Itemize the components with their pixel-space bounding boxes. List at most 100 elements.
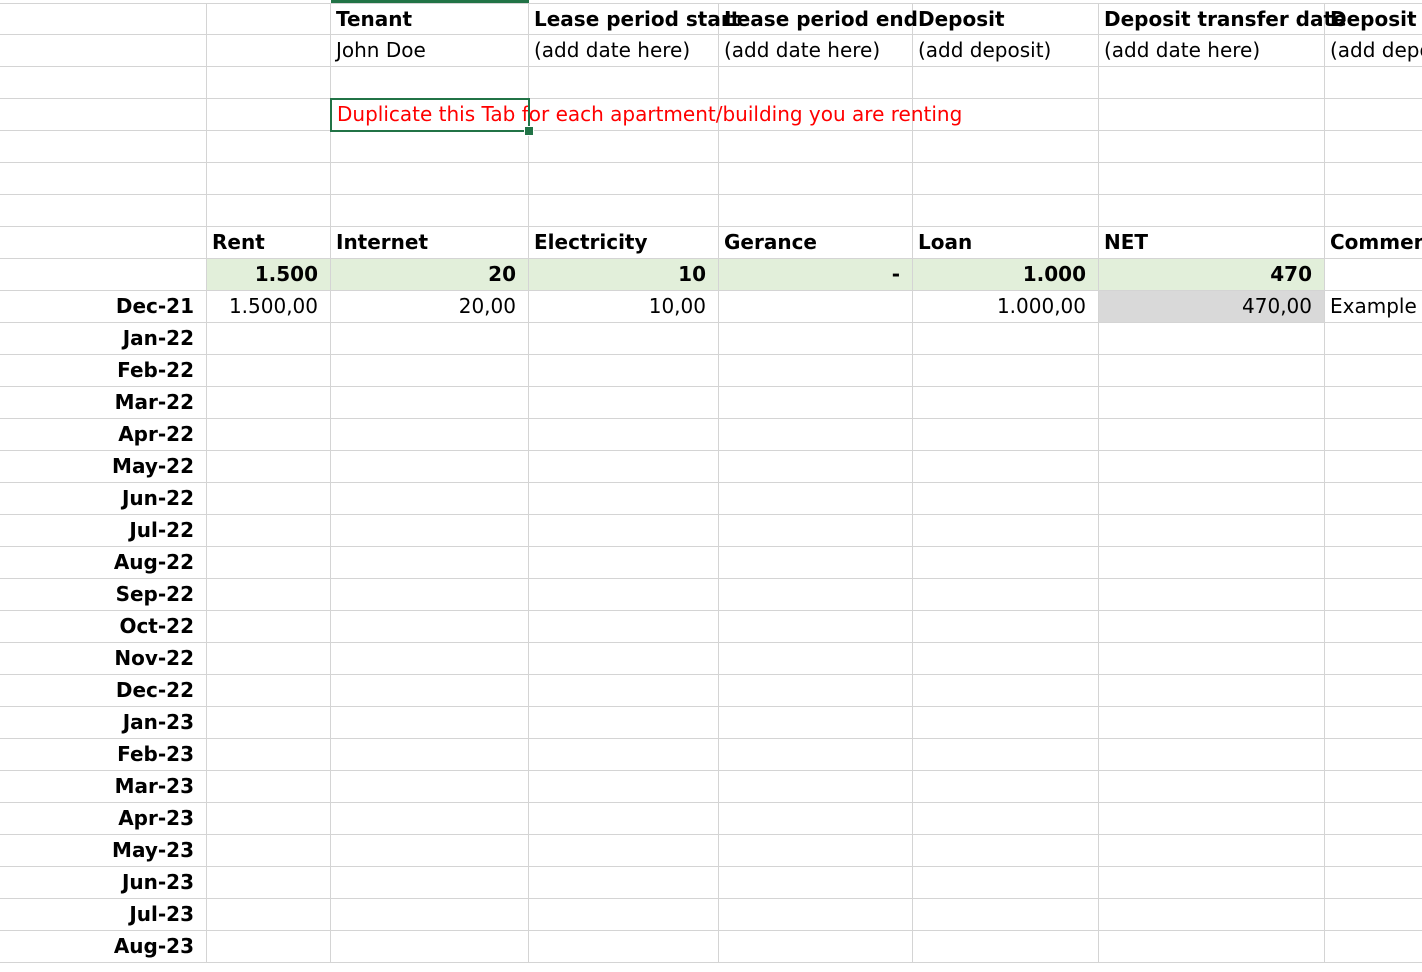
electricity-cell[interactable] xyxy=(529,611,719,643)
rent-cell[interactable] xyxy=(207,547,331,579)
cell[interactable] xyxy=(719,163,913,195)
net-cell[interactable] xyxy=(1099,899,1325,931)
cell[interactable] xyxy=(1099,163,1325,195)
cell[interactable] xyxy=(529,67,719,99)
internet-total[interactable]: 20 xyxy=(331,259,529,291)
cell[interactable] xyxy=(1099,99,1325,131)
net-cell[interactable] xyxy=(1099,707,1325,739)
loan-cell[interactable] xyxy=(913,579,1099,611)
electricity-cell[interactable] xyxy=(529,739,719,771)
rent-cell[interactable] xyxy=(207,387,331,419)
rent-cell[interactable] xyxy=(207,931,331,963)
cell[interactable] xyxy=(207,195,331,227)
internet-cell[interactable] xyxy=(331,547,529,579)
loan-cell[interactable] xyxy=(913,483,1099,515)
month-label[interactable]: Jun-22 xyxy=(0,483,207,515)
rent-cell[interactable] xyxy=(207,419,331,451)
internet-cell[interactable] xyxy=(331,739,529,771)
net-cell[interactable] xyxy=(1099,643,1325,675)
deposit-transfer-header[interactable]: Deposit transfer date xyxy=(1099,3,1347,35)
loan-cell[interactable] xyxy=(913,611,1099,643)
internet-cell[interactable] xyxy=(331,611,529,643)
comment-cell[interactable] xyxy=(1325,867,1422,899)
electricity-cell[interactable]: 10,00 xyxy=(529,291,719,323)
electricity-cell[interactable] xyxy=(529,867,719,899)
internet-cell[interactable] xyxy=(331,579,529,611)
net-cell[interactable] xyxy=(1099,675,1325,707)
loan-cell[interactable] xyxy=(913,515,1099,547)
internet-cell[interactable] xyxy=(331,387,529,419)
month-label[interactable]: May-23 xyxy=(0,835,207,867)
month-label[interactable]: Jul-22 xyxy=(0,515,207,547)
electricity-cell[interactable] xyxy=(529,355,719,387)
electricity-cell[interactable] xyxy=(529,547,719,579)
gerance-cell[interactable] xyxy=(719,931,913,963)
lease-end-header[interactable]: Lease period end xyxy=(719,3,918,35)
spreadsheet-grid[interactable]: Tenant Lease period start Lease period end… xyxy=(0,0,1422,972)
cell[interactable] xyxy=(719,131,913,163)
cell[interactable] xyxy=(207,35,331,67)
loan-cell[interactable] xyxy=(913,387,1099,419)
month-label[interactable]: Mar-23 xyxy=(0,771,207,803)
cell[interactable] xyxy=(331,163,529,195)
month-label[interactable]: Apr-23 xyxy=(0,803,207,835)
cell[interactable] xyxy=(1325,195,1422,227)
net-header[interactable]: NET xyxy=(1099,227,1325,259)
comment-cell[interactable] xyxy=(1325,355,1422,387)
month-label[interactable]: Dec-21 xyxy=(0,291,207,323)
internet-cell[interactable] xyxy=(331,931,529,963)
internet-cell[interactable] xyxy=(331,323,529,355)
gerance-cell[interactable] xyxy=(719,579,913,611)
rent-cell[interactable] xyxy=(207,675,331,707)
internet-cell[interactable] xyxy=(331,643,529,675)
deposit-cell[interactable]: (add deposit) xyxy=(913,35,1099,67)
lease-start-header[interactable]: Lease period start xyxy=(529,3,740,35)
tenant-header[interactable]: Tenant xyxy=(331,3,529,35)
month-label[interactable]: Feb-22 xyxy=(0,355,207,387)
electricity-cell[interactable] xyxy=(529,803,719,835)
loan-cell[interactable] xyxy=(913,707,1099,739)
cell[interactable] xyxy=(913,195,1099,227)
comment-cell[interactable] xyxy=(1325,547,1422,579)
gerance-cell[interactable] xyxy=(719,835,913,867)
cell[interactable] xyxy=(207,67,331,99)
month-label[interactable]: Sep-22 xyxy=(0,579,207,611)
cell[interactable] xyxy=(529,163,719,195)
net-cell[interactable] xyxy=(1099,515,1325,547)
internet-cell[interactable] xyxy=(331,803,529,835)
deposit-return-cell[interactable]: (add depo xyxy=(1325,35,1422,67)
loan-cell[interactable] xyxy=(913,451,1099,483)
rent-cell[interactable] xyxy=(207,323,331,355)
net-cell[interactable] xyxy=(1099,835,1325,867)
comment-cell[interactable] xyxy=(1325,387,1422,419)
electricity-cell[interactable] xyxy=(529,579,719,611)
electricity-cell[interactable] xyxy=(529,643,719,675)
loan-header[interactable]: Loan xyxy=(913,227,1099,259)
cell[interactable] xyxy=(1099,131,1325,163)
month-label[interactable]: Jul-23 xyxy=(0,899,207,931)
internet-cell[interactable] xyxy=(331,515,529,547)
loan-total[interactable]: 1.000 xyxy=(913,259,1099,291)
cell[interactable] xyxy=(0,259,207,291)
month-label[interactable]: Nov-22 xyxy=(0,643,207,675)
rent-cell[interactable] xyxy=(207,803,331,835)
internet-cell[interactable]: 20,00 xyxy=(331,291,529,323)
cell[interactable] xyxy=(1325,131,1422,163)
gerance-cell[interactable] xyxy=(719,771,913,803)
rent-cell[interactable] xyxy=(207,835,331,867)
deposit-header[interactable]: Deposit xyxy=(913,3,1099,35)
loan-cell[interactable] xyxy=(913,771,1099,803)
electricity-cell[interactable] xyxy=(529,899,719,931)
rent-cell[interactable] xyxy=(207,611,331,643)
rent-cell[interactable] xyxy=(207,771,331,803)
loan-cell[interactable] xyxy=(913,355,1099,387)
net-cell[interactable] xyxy=(1099,771,1325,803)
cell[interactable] xyxy=(719,195,913,227)
cell[interactable] xyxy=(331,131,529,163)
rent-cell[interactable] xyxy=(207,515,331,547)
cell[interactable] xyxy=(331,195,529,227)
internet-header[interactable]: Internet xyxy=(331,227,529,259)
cell[interactable] xyxy=(719,67,913,99)
cell[interactable] xyxy=(0,35,207,67)
gerance-cell[interactable] xyxy=(719,739,913,771)
